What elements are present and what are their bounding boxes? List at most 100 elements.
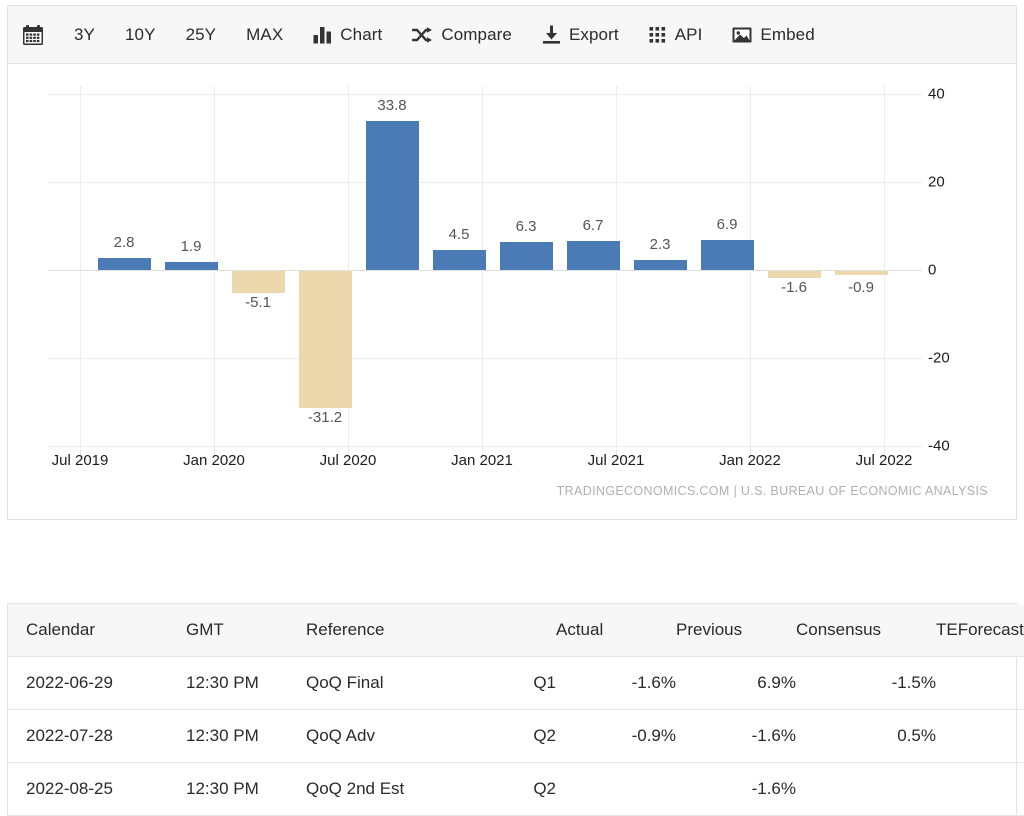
toolbar-item-compare-label: Compare xyxy=(441,25,512,45)
bar-label: 2.8 xyxy=(114,234,135,251)
bar-q2-2020[interactable] xyxy=(366,121,419,270)
bar-label: 6.3 xyxy=(516,218,537,235)
x-axis-tick-label: Jan 2022 xyxy=(719,452,781,469)
gridline-x-4 xyxy=(482,86,483,463)
cell-actual: -0.9% xyxy=(556,710,676,763)
bar-q4-2020[interactable] xyxy=(500,242,553,270)
toolbar-range-max[interactable]: MAX xyxy=(246,25,283,45)
cell-previous: -1.6% xyxy=(676,763,796,816)
cell-consensus: -1.5% xyxy=(796,657,936,710)
table-row[interactable]: 2022-07-28 12:30 PM QoQ Adv Q2 -0.9% -1.… xyxy=(8,710,1024,763)
cell-calendar: 2022-07-28 xyxy=(8,710,186,763)
x-axis-tick-label: Jul 2021 xyxy=(588,452,645,469)
toolbar-range-10y-label: 10Y xyxy=(125,25,156,45)
toolbar-item-compare[interactable]: Compare xyxy=(412,25,512,45)
bar-label: 4.5 xyxy=(449,226,470,243)
column-header-gmt[interactable]: GMT xyxy=(186,604,306,657)
toolbar-item-chart[interactable]: Chart xyxy=(313,25,382,45)
bar-label: -0.9 xyxy=(848,279,874,296)
cell-reference: QoQ Final xyxy=(306,657,496,710)
x-axis-tick-label: Jul 2020 xyxy=(320,452,377,469)
cell-teforecast: 0.6% xyxy=(936,710,1024,763)
bar-q1-2022[interactable] xyxy=(768,271,821,278)
bar-q2-2022[interactable] xyxy=(835,271,888,275)
cell-quarter: Q2 xyxy=(496,710,556,763)
cell-previous: -1.6% xyxy=(676,710,796,763)
bar-chart-icon xyxy=(313,26,332,44)
bar-label: -5.1 xyxy=(245,294,271,311)
cell-gmt: 12:30 PM xyxy=(186,763,306,816)
toolbar-range-max-label: MAX xyxy=(246,25,283,45)
bar-q4-2019[interactable] xyxy=(232,271,285,293)
chart-panel: 3Y 10Y 25Y MAX Chart xyxy=(7,5,1017,520)
image-icon xyxy=(732,26,752,44)
chart-credit: TRADINGECONOMICS.COM | U.S. BUREAU OF EC… xyxy=(557,484,988,498)
bar-q2-2021[interactable] xyxy=(634,260,687,270)
bar-q2-2019[interactable] xyxy=(98,258,151,270)
toolbar-range-10y[interactable]: 10Y xyxy=(125,25,156,45)
table-header-row: Calendar GMT Reference Actual Previous C… xyxy=(8,604,1024,657)
toolbar-item-embed-label: Embed xyxy=(760,25,814,45)
toolbar-item-api[interactable]: API xyxy=(649,25,703,45)
column-header-previous[interactable]: Previous xyxy=(676,604,796,657)
cell-actual xyxy=(556,763,676,816)
x-axis-tick-label: Jan 2021 xyxy=(451,452,513,469)
cell-teforecast xyxy=(936,763,1024,816)
download-icon xyxy=(542,25,561,44)
gridline-x-2 xyxy=(214,86,215,463)
bar-q1-2021[interactable] xyxy=(567,241,620,270)
bar-label: -1.6 xyxy=(781,279,807,296)
cell-gmt: 12:30 PM xyxy=(186,710,306,763)
column-header-quarter[interactable] xyxy=(496,604,556,657)
cell-previous: 6.9% xyxy=(676,657,796,710)
column-header-calendar[interactable]: Calendar xyxy=(8,604,186,657)
bar-label: 6.9 xyxy=(717,216,738,233)
toolbar-range-25y[interactable]: 25Y xyxy=(186,25,217,45)
cell-actual: -1.6% xyxy=(556,657,676,710)
x-axis-tick-label: Jan 2020 xyxy=(183,452,245,469)
bar-q3-2020[interactable] xyxy=(433,250,486,270)
bar-q3-2019[interactable] xyxy=(165,262,218,270)
y-axis-tick-label: 0 xyxy=(928,262,988,279)
y-axis-tick-label: 20 xyxy=(928,174,988,191)
toolbar-range-25y-label: 25Y xyxy=(186,25,217,45)
gridline-x-5 xyxy=(616,86,617,463)
toolbar-item-export-label: Export xyxy=(569,25,619,45)
cell-reference: QoQ 2nd Est xyxy=(306,763,496,816)
cell-quarter: Q2 xyxy=(496,763,556,816)
gridline-y--40 xyxy=(48,446,922,447)
calendar-table-wrapper: Calendar GMT Reference Actual Previous C… xyxy=(7,603,1017,816)
column-header-reference[interactable]: Reference xyxy=(306,604,496,657)
table-row[interactable]: 2022-08-25 12:30 PM QoQ 2nd Est Q2 -1.6% xyxy=(8,763,1024,816)
calendar-icon xyxy=(22,24,44,46)
column-header-teforecast[interactable]: TEForecast xyxy=(936,604,1024,657)
bar-label: -31.2 xyxy=(308,409,342,426)
gridline-y-20 xyxy=(48,182,922,183)
calendar-table-head: Calendar GMT Reference Actual Previous C… xyxy=(8,604,1024,657)
bar-q1-2020[interactable] xyxy=(299,271,352,408)
cell-gmt: 12:30 PM xyxy=(186,657,306,710)
cell-consensus xyxy=(796,763,936,816)
toolbar-item-calendar[interactable] xyxy=(22,24,44,46)
bar-label: 6.7 xyxy=(583,217,604,234)
shuffle-icon xyxy=(412,26,433,44)
table-row[interactable]: 2022-06-29 12:30 PM QoQ Final Q1 -1.6% 6… xyxy=(8,657,1024,710)
toolbar-item-export[interactable]: Export xyxy=(542,25,619,45)
column-header-actual[interactable]: Actual xyxy=(556,604,676,657)
bar-q3-2021[interactable] xyxy=(701,240,754,270)
calendar-table: Calendar GMT Reference Actual Previous C… xyxy=(8,604,1024,816)
bar-label: 1.9 xyxy=(181,238,202,255)
bar-label: 2.3 xyxy=(650,236,671,253)
cell-reference: QoQ Adv xyxy=(306,710,496,763)
x-axis-tick-label: Jul 2022 xyxy=(856,452,913,469)
y-axis-tick-label: -40 xyxy=(928,438,988,455)
bar-label: 33.8 xyxy=(377,97,406,114)
toolbar-range-3y[interactable]: 3Y xyxy=(74,25,95,45)
cell-teforecast: -1.5% xyxy=(936,657,1024,710)
toolbar-range-3y-label: 3Y xyxy=(74,25,95,45)
cell-consensus: 0.5% xyxy=(796,710,936,763)
cell-calendar: 2022-08-25 xyxy=(8,763,186,816)
calendar-table-body: 2022-06-29 12:30 PM QoQ Final Q1 -1.6% 6… xyxy=(8,657,1024,816)
toolbar-item-embed[interactable]: Embed xyxy=(732,25,814,45)
column-header-consensus[interactable]: Consensus xyxy=(796,604,936,657)
